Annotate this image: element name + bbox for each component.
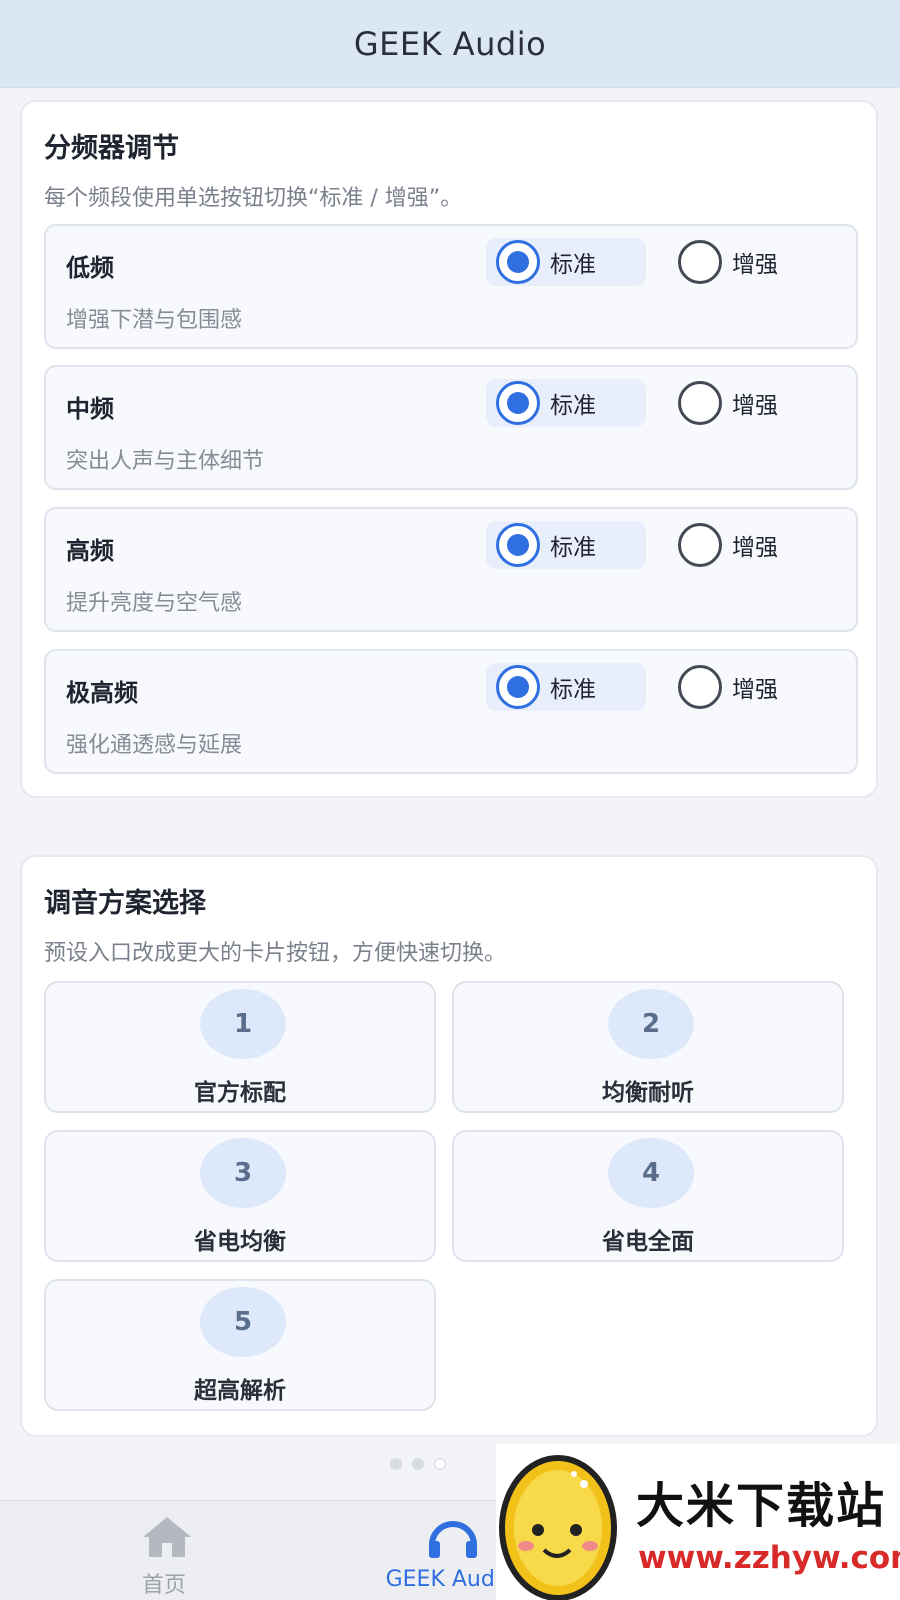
- radio-option-enhance[interactable]: 增强: [668, 521, 828, 569]
- crossover-description: 每个频段使用单选按钮切换“标准 / 增强”。: [44, 186, 463, 211]
- preset-button-3[interactable]: 3 省电均衡: [44, 1130, 436, 1262]
- radio-label: 增强: [732, 535, 778, 561]
- radio-button-checked[interactable]: [496, 665, 540, 709]
- watermark-title: 大米下载站: [636, 1478, 887, 1534]
- page-dot-active: [434, 1458, 446, 1470]
- radio-option-enhance[interactable]: 增强: [668, 663, 828, 711]
- band-description: 强化通透感与延展: [66, 733, 243, 758]
- preset-name: 省电全面: [602, 1229, 694, 1255]
- preset-name: 均衡耐听: [602, 1080, 694, 1106]
- header-title: GEEK Audio: [353, 24, 547, 63]
- preset-number-badge: 2: [608, 989, 694, 1059]
- radio-option-standard[interactable]: 标准: [486, 521, 646, 569]
- band-row-high: 高频 提升亮度与空气感 标准 增强: [44, 507, 858, 632]
- radio-label: 标准: [550, 393, 596, 419]
- home-icon: [143, 1517, 191, 1557]
- preset-button-1[interactable]: 1 官方标配: [44, 981, 436, 1113]
- radio-option-standard[interactable]: 标准: [486, 663, 646, 711]
- watermark-banner: 大米下载站 www.zzhyw.com: [496, 1444, 900, 1600]
- radio-label: 增强: [732, 252, 778, 278]
- mascot-logo: [499, 1455, 617, 1600]
- radio-button-unchecked[interactable]: [678, 665, 722, 709]
- tab-home[interactable]: 首页: [54, 1513, 274, 1598]
- band-row-mid: 中频 突出人声与主体细节 标准 增强: [44, 365, 858, 490]
- band-name: 中频: [66, 395, 114, 423]
- preset-number-badge: 5: [200, 1287, 286, 1357]
- band-name: 低频: [66, 254, 114, 282]
- radio-label: 标准: [550, 252, 596, 278]
- preset-name: 官方标配: [194, 1080, 286, 1106]
- radio-option-enhance[interactable]: 增强: [668, 379, 828, 427]
- radio-button-unchecked[interactable]: [678, 381, 722, 425]
- band-description: 提升亮度与空气感: [66, 591, 243, 616]
- radio-label: 标准: [550, 677, 596, 703]
- band-row-ultra-high: 极高频 强化通透感与延展 标准 增强: [44, 649, 858, 774]
- radio-label: 增强: [732, 393, 778, 419]
- crossover-title: 分频器调节: [44, 133, 179, 164]
- radio-label: 标准: [550, 535, 596, 561]
- radio-button-checked[interactable]: [496, 381, 540, 425]
- app-header: GEEK Audio: [0, 0, 900, 88]
- preset-name: 超高解析: [194, 1378, 286, 1404]
- band-row-low: 低频 增强下潜与包围感 标准 增强: [44, 224, 858, 349]
- headphones-icon: [429, 1521, 477, 1558]
- preset-button-4[interactable]: 4 省电全面: [452, 1130, 844, 1262]
- band-name: 极高频: [66, 679, 138, 707]
- radio-button-checked[interactable]: [496, 523, 540, 567]
- preset-number-badge: 3: [200, 1138, 286, 1208]
- radio-button-checked[interactable]: [496, 240, 540, 284]
- page-indicator: [390, 1458, 446, 1470]
- band-description: 突出人声与主体细节: [66, 449, 265, 474]
- radio-option-enhance[interactable]: 增强: [668, 238, 828, 286]
- radio-button-unchecked[interactable]: [678, 523, 722, 567]
- presets-title: 调音方案选择: [44, 888, 206, 919]
- presets-card: 调音方案选择 预设入口改成更大的卡片按钮，方便快速切换。 1 官方标配 2 均衡…: [20, 855, 878, 1437]
- radio-label: 增强: [732, 677, 778, 703]
- watermark-url: www.zzhyw.com: [638, 1540, 900, 1576]
- crossover-card: 分频器调节 每个频段使用单选按钮切换“标准 / 增强”。 低频 增强下潜与包围感…: [20, 100, 878, 798]
- preset-number-badge: 1: [200, 989, 286, 1059]
- presets-description: 预设入口改成更大的卡片按钮，方便快速切换。: [44, 941, 507, 966]
- radio-button-unchecked[interactable]: [678, 240, 722, 284]
- band-description: 增强下潜与包围感: [66, 308, 243, 333]
- band-name: 高频: [66, 537, 114, 565]
- radio-option-standard[interactable]: 标准: [486, 379, 646, 427]
- preset-button-5[interactable]: 5 超高解析: [44, 1279, 436, 1411]
- preset-number-badge: 4: [608, 1138, 694, 1208]
- page-dot: [390, 1458, 402, 1470]
- radio-option-standard[interactable]: 标准: [486, 238, 646, 286]
- page-dot: [412, 1458, 424, 1470]
- tab-home-label: 首页: [141, 1573, 186, 1598]
- preset-name: 省电均衡: [194, 1229, 286, 1255]
- preset-button-2[interactable]: 2 均衡耐听: [452, 981, 844, 1113]
